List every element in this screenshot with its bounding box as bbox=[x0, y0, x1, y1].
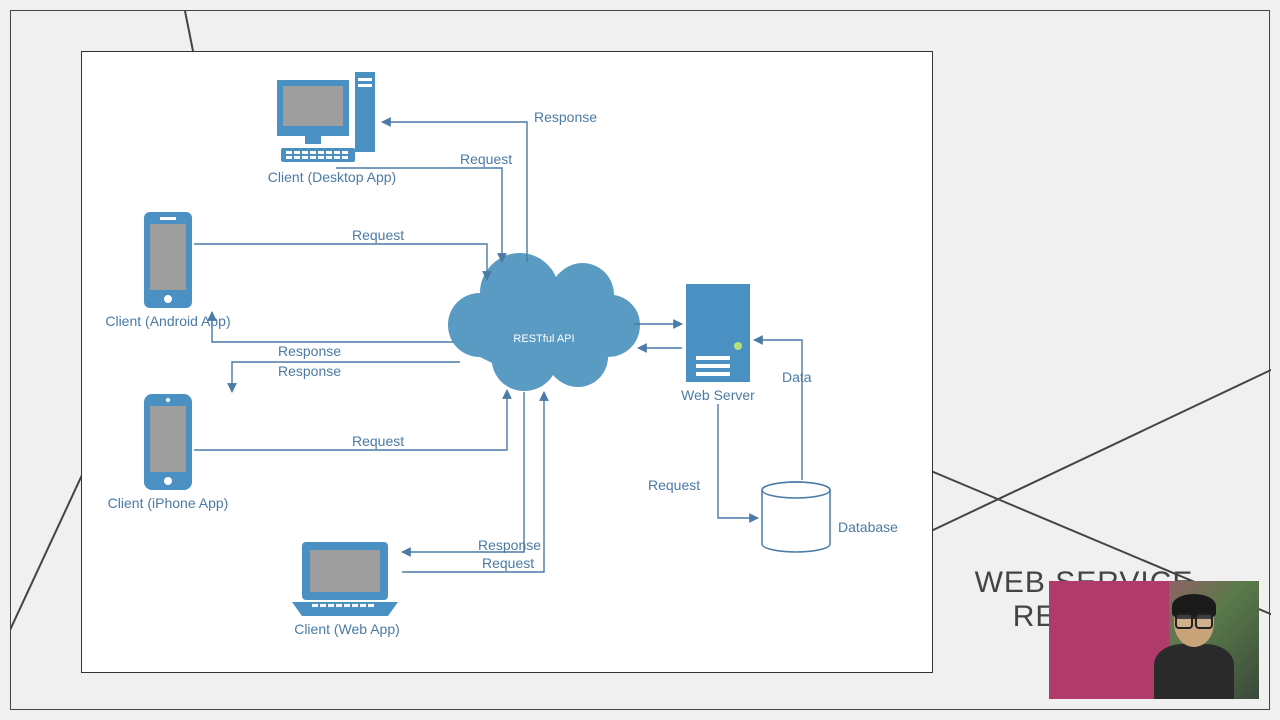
lbl-iphone-request: Request bbox=[352, 433, 404, 449]
desktop-label: Client (Desktop App) bbox=[268, 169, 396, 185]
lbl-server-db-request: Request bbox=[648, 477, 700, 493]
database-label: Database bbox=[838, 519, 898, 535]
webapp-label: Client (Web App) bbox=[294, 621, 400, 637]
iphone-label: Client (iPhone App) bbox=[108, 495, 229, 511]
lbl-desktop-request: Request bbox=[460, 151, 512, 167]
lbl-webapp-response: Response bbox=[478, 537, 541, 553]
edge-android-request bbox=[194, 244, 487, 280]
lbl-webapp-request: Request bbox=[482, 555, 534, 571]
database-icon bbox=[762, 482, 830, 552]
server-icon bbox=[686, 284, 750, 382]
webcam-overlay bbox=[1049, 581, 1259, 699]
edge-server-db bbox=[718, 404, 758, 518]
android-icon bbox=[144, 212, 192, 308]
desktop-icon bbox=[277, 72, 375, 162]
iphone-icon bbox=[144, 394, 192, 490]
edge-db-server bbox=[754, 340, 802, 480]
cloud-icon bbox=[448, 253, 640, 391]
edge-webapp-response bbox=[402, 392, 524, 552]
edge-iphone-response bbox=[232, 362, 460, 392]
slide-frame: Client (Desktop App) Client (Android App… bbox=[10, 10, 1270, 710]
diagram-svg: Client (Desktop App) Client (Android App… bbox=[82, 52, 932, 672]
laptop-icon bbox=[292, 542, 398, 616]
edge-android-response bbox=[212, 312, 454, 342]
diagram: Client (Desktop App) Client (Android App… bbox=[81, 51, 933, 673]
lbl-android-request: Request bbox=[352, 227, 404, 243]
lbl-desktop-response: Response bbox=[534, 109, 597, 125]
lbl-iphone-response: Response bbox=[278, 363, 341, 379]
edge-iphone-request bbox=[194, 390, 507, 450]
cloud-label: RESTful API bbox=[513, 333, 574, 345]
lbl-db-data: Data bbox=[782, 369, 812, 385]
lbl-android-response: Response bbox=[278, 343, 341, 359]
server-label: Web Server bbox=[681, 387, 755, 403]
